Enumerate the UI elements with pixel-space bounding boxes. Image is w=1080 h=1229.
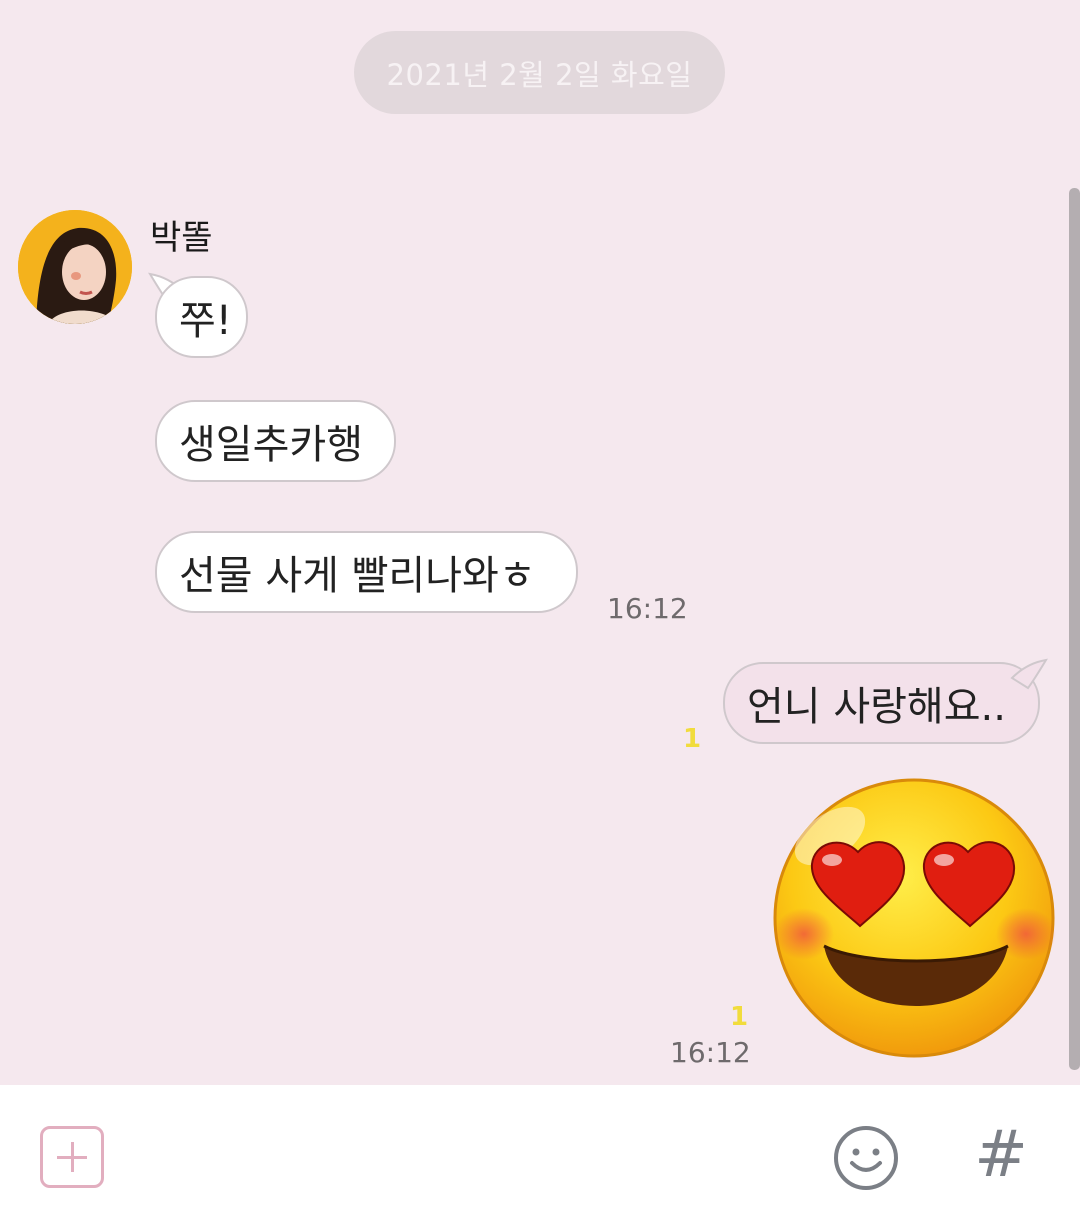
- heart-eyes-emoji-icon[interactable]: [770, 776, 1058, 1060]
- my-message-bubble[interactable]: 언니 사랑해요..: [723, 662, 1040, 744]
- message-text: 쭈!: [179, 298, 232, 344]
- bubble-tail: [1010, 658, 1048, 690]
- date-divider-text: 2021년 2월 2일 화요일: [386, 57, 693, 92]
- message-text: 언니 사랑해요..: [747, 684, 1006, 730]
- input-bar: #: [0, 1085, 1080, 1229]
- message-text: 선물 사게 빨리나와ㅎ: [179, 553, 536, 599]
- message-timestamp: 16:12: [607, 592, 688, 625]
- sender-name: 박똘: [150, 218, 213, 258]
- message-bubble[interactable]: 쭈!: [155, 276, 248, 358]
- message-bubble[interactable]: 생일추카행: [155, 400, 396, 482]
- message-text: 생일추카행: [179, 422, 363, 468]
- sender-avatar[interactable]: [18, 210, 132, 324]
- unread-count: 1: [730, 1002, 749, 1032]
- message-bubble[interactable]: 선물 사게 빨리나와ㅎ: [155, 531, 578, 613]
- date-divider: 2021년 2월 2일 화요일: [354, 31, 725, 114]
- plus-square-icon[interactable]: [40, 1126, 104, 1188]
- unread-count: 1: [683, 724, 702, 754]
- smiley-icon[interactable]: [833, 1125, 899, 1191]
- avatar-photo: [18, 210, 132, 324]
- scrollbar[interactable]: [1069, 188, 1080, 1070]
- chat-area[interactable]: 2021년 2월 2일 화요일 박똘 쭈! 생일추카행 선물 사게 빨리나와ㅎ …: [0, 0, 1080, 1085]
- hashtag-label: #: [974, 1118, 1028, 1192]
- message-timestamp: 16:12: [670, 1036, 751, 1069]
- hashtag-button[interactable]: #: [968, 1115, 1034, 1195]
